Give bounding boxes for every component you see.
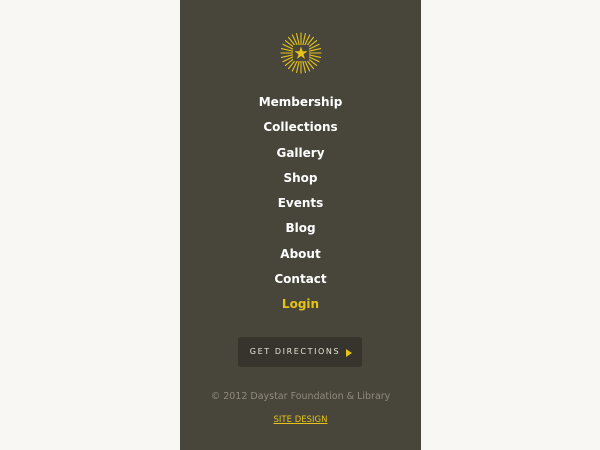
nav-item-contact[interactable]: Contact bbox=[180, 270, 421, 295]
nav-item-collections[interactable]: Collections bbox=[180, 118, 421, 143]
copyright-text: © 2012 Daystar Foundation & Library bbox=[210, 391, 391, 402]
get-directions-button[interactable]: GET DIRECTIONS bbox=[238, 337, 362, 367]
nav-item-gallery[interactable]: Gallery bbox=[180, 144, 421, 169]
play-arrow-icon bbox=[346, 349, 352, 357]
site-design-link[interactable]: SITE DESIGN bbox=[180, 415, 421, 425]
nav-item-events[interactable]: Events bbox=[180, 194, 421, 219]
nav-item-blog[interactable]: Blog bbox=[180, 219, 421, 244]
get-directions-label: GET DIRECTIONS bbox=[249, 347, 341, 356]
mobile-menu-panel: Membership Collections Gallery Shop Even… bbox=[180, 0, 421, 450]
sunburst-star-logo-icon[interactable] bbox=[280, 32, 322, 74]
nav-item-shop[interactable]: Shop bbox=[180, 169, 421, 194]
nav-item-about[interactable]: About bbox=[180, 245, 421, 270]
nav-item-membership[interactable]: Membership bbox=[180, 93, 421, 118]
nav-item-login[interactable]: Login bbox=[180, 295, 421, 320]
main-navigation: Membership Collections Gallery Shop Even… bbox=[180, 93, 421, 321]
